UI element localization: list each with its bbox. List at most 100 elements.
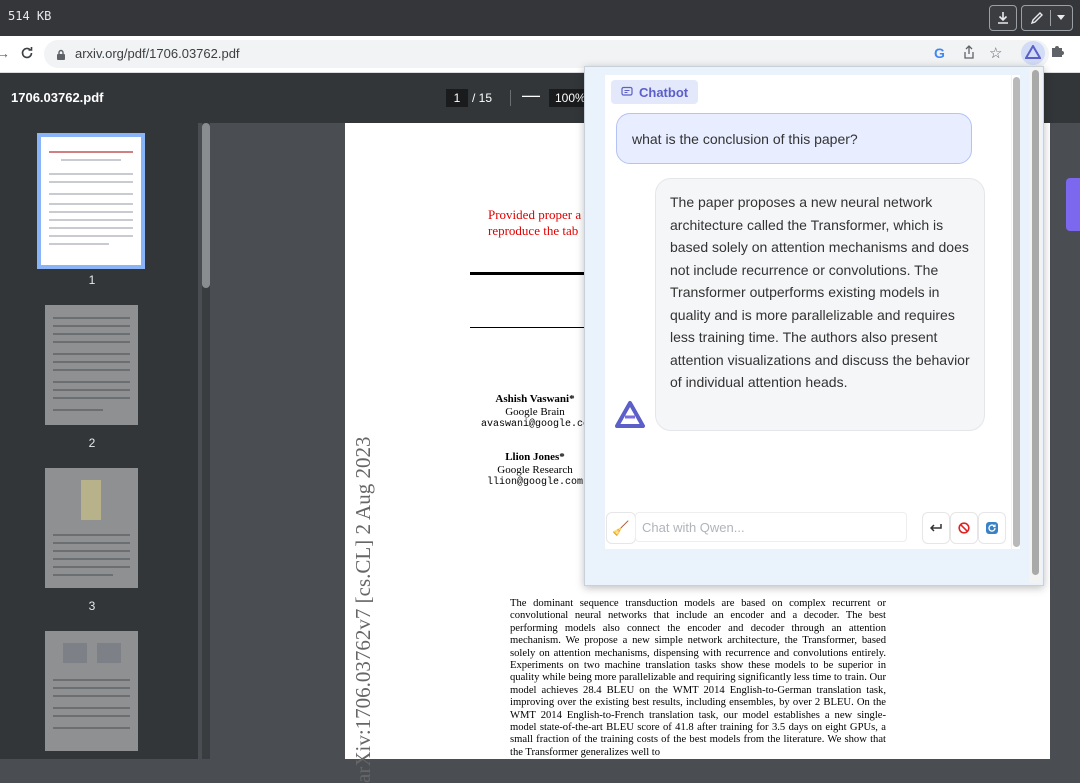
thumb-figure: [97, 643, 121, 663]
thumb-line: [53, 325, 130, 327]
google-icon[interactable]: G: [934, 45, 945, 61]
download-icon: [998, 12, 1008, 24]
thumb-line: [53, 550, 130, 552]
chat-area: Chatbot what is the conclusion of this p…: [605, 75, 1011, 549]
url-text[interactable]: arxiv.org/pdf/1706.03762.pdf: [75, 46, 240, 61]
thumb-line: [61, 159, 121, 161]
title-rule-bottom: [470, 327, 585, 328]
arxiv-identifier: arXiv:1706.03762v7 [cs.CL] 2 Aug 2023: [351, 436, 375, 783]
author-name: Ashish Vaswani*: [495, 393, 575, 405]
thumb-line: [53, 317, 130, 319]
author-email: llion@google.com: [486, 477, 583, 488]
thumb-line: [53, 333, 130, 335]
qwen-logo-icon: [615, 401, 645, 428]
thumb-line: [53, 679, 130, 681]
thumb-line: [53, 707, 130, 709]
author-affiliation: Google Brain: [505, 406, 565, 418]
pen-icon: [1030, 12, 1043, 25]
sidebar-scrollbar-thumb[interactable]: [202, 123, 210, 288]
thumb-line: [49, 243, 109, 245]
user-message-bubble: what is the conclusion of this paper?: [616, 113, 972, 164]
bot-message-text: The paper proposes a new neural network …: [670, 194, 970, 390]
chatbot-badge-label: Chatbot: [639, 84, 689, 100]
author-affiliation: Google Research: [497, 464, 573, 476]
qwen-icon: [1025, 45, 1041, 59]
thumb-line: [53, 409, 103, 411]
thumb-line: [53, 397, 130, 399]
thumb-line: [53, 341, 130, 343]
download-button[interactable]: [989, 5, 1017, 31]
download-strip: 514 KB: [0, 0, 1080, 36]
thumbnail-page-2[interactable]: [45, 305, 138, 425]
thumb-line: [53, 353, 130, 355]
thumb-line: [53, 558, 130, 560]
thumb-line: [53, 542, 130, 544]
bookmark-star-icon[interactable]: ☆: [989, 44, 1002, 62]
panel-scrollbar-thumb[interactable]: [1032, 70, 1039, 575]
stop-icon: [958, 522, 970, 534]
thumbnail-number: 3: [88, 599, 96, 613]
thumb-line: [49, 211, 133, 213]
submit-button[interactable]: [922, 512, 950, 544]
thumb-figure: [81, 480, 101, 520]
chat-input-placeholder: Chat with Qwen...: [642, 519, 745, 535]
thumb-line: [49, 219, 133, 221]
enter-arrow-icon: [930, 524, 942, 532]
thumbnail-page-4[interactable]: [45, 631, 138, 751]
title-rule-top: [470, 272, 585, 275]
reload-icon: [21, 47, 33, 59]
clear-history-button[interactable]: 🧹: [606, 512, 636, 544]
zoom-out-button[interactable]: —: [522, 85, 540, 106]
thumb-line: [49, 203, 133, 205]
thumb-line: [49, 181, 133, 183]
thumb-line: [53, 695, 130, 697]
abstract-text: The dominant sequence transduction model…: [510, 598, 886, 758]
thumb-line: [53, 574, 113, 576]
thumb-line: [49, 151, 133, 153]
red-notice-line: Provided proper a: [488, 207, 582, 222]
thumb-figure: [63, 643, 87, 663]
chat-input-row: 🧹 Chat with Qwen...: [605, 510, 1011, 548]
chat-bubble-icon: [621, 86, 633, 96]
thumb-line: [53, 361, 130, 363]
page-number-input[interactable]: 1: [446, 89, 468, 107]
thumbnail-page-1[interactable]: [37, 133, 145, 269]
chat-scrollbar-thumb[interactable]: [1013, 77, 1020, 547]
regenerate-button[interactable]: [978, 512, 1006, 544]
forward-icon[interactable]: →: [0, 45, 10, 61]
page-scroll-indicator[interactable]: [1066, 178, 1080, 231]
pdf-filename: 1706.03762.pdf: [11, 90, 104, 105]
divider: [1049, 10, 1051, 26]
chatbot-panel: Chatbot what is the conclusion of this p…: [584, 66, 1044, 586]
thumbnail-sidebar: 1 2 3: [0, 123, 198, 759]
omnibox[interactable]: arxiv.org/pdf/1706.03762.pdf G ☆: [44, 40, 1049, 68]
thumb-line: [53, 369, 130, 371]
chat-input[interactable]: Chat with Qwen...: [635, 512, 907, 542]
chatbot-badge: Chatbot: [611, 80, 699, 104]
extensions-puzzle-icon[interactable]: [1050, 44, 1064, 58]
thumbnail-number: 1: [88, 273, 96, 287]
thumb-line: [53, 381, 130, 383]
thumb-line: [49, 193, 133, 195]
reload-button[interactable]: [18, 44, 36, 62]
thumb-line: [53, 715, 130, 717]
red-notice-line: reproduce the tab: [488, 223, 579, 238]
thumb-line: [53, 534, 130, 536]
broom-icon: 🧹: [612, 519, 630, 536]
author-email: avaswani@google.co: [480, 419, 590, 430]
thumb-line: [49, 235, 133, 237]
file-size: 514 KB: [8, 9, 52, 23]
author-name: Llion Jones*: [505, 451, 565, 463]
thumb-line: [49, 227, 133, 229]
stop-button[interactable]: [950, 512, 978, 544]
thumb-line: [49, 173, 133, 175]
chevron-down-icon: [1056, 15, 1065, 20]
bot-message-bubble: The paper proposes a new neural network …: [655, 178, 985, 431]
thumbnail-number: 2: [88, 436, 96, 450]
edit-menu-button[interactable]: [1021, 5, 1073, 31]
thumb-line: [53, 389, 130, 391]
share-icon[interactable]: [962, 45, 976, 59]
qwen-extension-button[interactable]: [1021, 41, 1045, 65]
thumbnail-page-3[interactable]: [45, 468, 138, 588]
user-message-text: what is the conclusion of this paper?: [632, 130, 858, 147]
